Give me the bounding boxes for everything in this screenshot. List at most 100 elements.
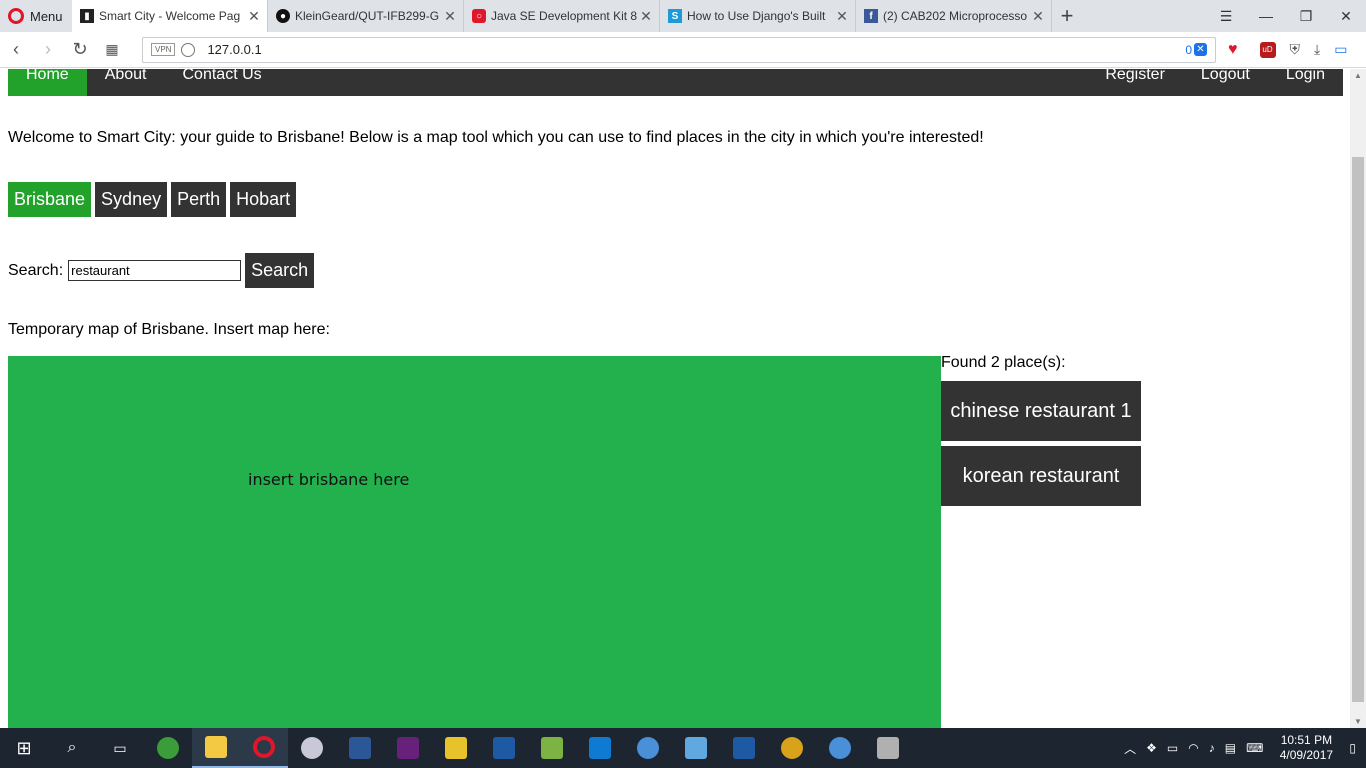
dropbox-icon[interactable]: ❖	[1146, 741, 1157, 755]
taskbar-app[interactable]	[192, 728, 240, 768]
nav-contact-us[interactable]: Contact Us	[165, 69, 280, 96]
page-scrollbar[interactable]: ▲ ▼	[1350, 69, 1366, 728]
app-snip-icon	[301, 737, 323, 759]
battery-saver-icon[interactable]: ▭	[1334, 41, 1347, 58]
url-field[interactable]: VPN 127.0.0.1 0 ✕	[142, 36, 1216, 63]
close-tab-icon[interactable]: ✕	[443, 8, 457, 25]
windows-logo-icon: ⊞	[16, 737, 32, 758]
search-input[interactable]	[68, 260, 242, 281]
search-button[interactable]: Search	[245, 253, 315, 288]
battery-icon[interactable]: ▭	[1167, 741, 1178, 755]
bookmark-heart-icon[interactable]: ♥	[1228, 41, 1238, 59]
map-caption: Temporary map of Brisbane. Insert map he…	[8, 321, 330, 338]
database-icon	[877, 737, 899, 759]
taskbar-app[interactable]	[144, 728, 192, 768]
chevron-up-icon[interactable]: ︿	[1124, 740, 1136, 757]
word-icon	[349, 737, 371, 759]
simpleisbetter-icon: S	[668, 9, 682, 23]
taskbar-app[interactable]	[624, 728, 672, 768]
scroll-up-icon[interactable]: ▲	[1350, 71, 1366, 80]
nav-login[interactable]: Login	[1268, 69, 1343, 96]
wifi-icon[interactable]: ◠	[1188, 741, 1198, 755]
search-button[interactable]: ⌕	[48, 728, 96, 768]
back-icon[interactable]: ‹	[0, 39, 32, 60]
nav-home[interactable]: Home	[8, 69, 87, 96]
search-form: Search: Search	[8, 253, 315, 288]
city-selector: Brisbane Sydney Perth Hobart	[8, 182, 297, 217]
taskbar-app[interactable]	[576, 728, 624, 768]
start-button[interactable]: ⊞	[0, 728, 48, 768]
browser-tab[interactable]: S How to Use Django's Built ✕	[660, 0, 856, 32]
taskbar-app[interactable]	[864, 728, 912, 768]
close-tab-icon[interactable]: ✕	[639, 8, 653, 25]
clock-time: 10:51 PM	[1280, 733, 1333, 747]
volume-icon[interactable]: ♪	[1209, 741, 1215, 755]
globe-icon	[181, 42, 196, 57]
city-button-sydney[interactable]: Sydney	[95, 182, 168, 217]
taskbar-app[interactable]	[816, 728, 864, 768]
ublock-icon[interactable]: uD	[1259, 41, 1276, 58]
results-panel: Found 2 place(s): chinese restaurant 1 k…	[941, 354, 1141, 511]
bar-chart-icon: ▮	[80, 9, 94, 23]
close-tab-icon[interactable]: ✕	[1031, 8, 1045, 25]
facebook-icon: f	[864, 9, 878, 23]
nav-register[interactable]: Register	[1087, 69, 1183, 96]
maximize-icon[interactable]: ❐	[1286, 0, 1326, 32]
taskbar-app[interactable]	[480, 728, 528, 768]
scroll-down-icon[interactable]: ▼	[1350, 717, 1366, 726]
tab-title: Smart City - Welcome Pag	[99, 9, 241, 23]
close-window-icon[interactable]: ✕	[1326, 0, 1366, 32]
result-item[interactable]: chinese restaurant 1	[941, 381, 1141, 441]
map-placeholder-text: insert brisbane here	[248, 470, 410, 489]
tab-menu-icon[interactable]: ☰	[1206, 0, 1246, 32]
taskbar-app[interactable]	[720, 728, 768, 768]
taskbar-app[interactable]	[672, 728, 720, 768]
city-button-hobart[interactable]: Hobart	[230, 182, 297, 217]
taskbar-app[interactable]	[432, 728, 480, 768]
clock-date: 4/09/2017	[1279, 748, 1334, 762]
forward-icon[interactable]: ›	[32, 39, 64, 60]
vpn-badge[interactable]: VPN	[151, 43, 176, 56]
task-view-button[interactable]: ▭	[96, 728, 144, 768]
task-view-icon: ▭	[113, 739, 127, 756]
city-button-perth[interactable]: Perth	[171, 182, 227, 217]
taskbar-app[interactable]	[528, 728, 576, 768]
browser-tab[interactable]: f (2) CAB202 Microprocesso ✕	[856, 0, 1052, 32]
action-center-icon[interactable]: ▤	[1225, 741, 1236, 755]
minimize-icon[interactable]: —	[1246, 0, 1286, 32]
visual-studio-icon	[397, 737, 419, 759]
nav-logout[interactable]: Logout	[1183, 69, 1268, 96]
page-viewport: Home About Contact Us Register Logout Lo…	[0, 69, 1350, 728]
taskbar-app[interactable]	[768, 728, 816, 768]
taskbar-app[interactable]	[288, 728, 336, 768]
nav-about[interactable]: About	[87, 69, 165, 96]
taskbar-app[interactable]	[384, 728, 432, 768]
new-tab-button[interactable]: +	[1052, 0, 1082, 32]
keyboard-icon[interactable]: ⌨	[1246, 741, 1263, 755]
browser-tab[interactable]: ● KleinGeard/QUT-IFB299-G ✕	[268, 0, 464, 32]
close-tab-icon[interactable]: ✕	[835, 8, 849, 25]
opera-menu-button[interactable]: Menu	[0, 0, 72, 32]
terminal-icon	[493, 737, 515, 759]
taskbar-app[interactable]	[240, 728, 288, 768]
result-item[interactable]: korean restaurant	[941, 446, 1141, 506]
browser-tab[interactable]: ○ Java SE Development Kit 8 ✕	[464, 0, 660, 32]
browser-tab-bar: Menu ▮ Smart City - Welcome Pag ✕ ● Klei…	[0, 0, 1366, 32]
clock[interactable]: 10:51 PM 4/09/2017	[1273, 733, 1339, 763]
map-area[interactable]: insert brisbane here	[8, 356, 941, 728]
close-tab-icon[interactable]: ✕	[247, 8, 261, 25]
shield-x-icon: ✕	[1194, 43, 1207, 56]
shield-icon[interactable]: ⛨	[1290, 41, 1301, 58]
speed-dial-icon[interactable]: ▦	[96, 41, 128, 58]
browser-tab[interactable]: ▮ Smart City - Welcome Pag ✕	[72, 0, 268, 32]
notifications-icon[interactable]: ▯	[1349, 741, 1356, 755]
system-tray: ︿ ❖ ▭ ◠ ♪ ▤ ⌨ 10:51 PM 4/09/2017 ▯	[1124, 733, 1366, 763]
opera-icon	[253, 736, 275, 758]
taskbar-app[interactable]	[336, 728, 384, 768]
city-button-brisbane[interactable]: Brisbane	[8, 182, 92, 217]
tracker-blocker[interactable]: 0 ✕	[1185, 43, 1207, 57]
url-text[interactable]: 127.0.0.1	[207, 42, 261, 57]
download-icon[interactable]: ⤓	[1314, 41, 1320, 58]
scrollbar-thumb[interactable]	[1352, 157, 1364, 702]
reload-icon[interactable]: ↻	[64, 39, 96, 60]
